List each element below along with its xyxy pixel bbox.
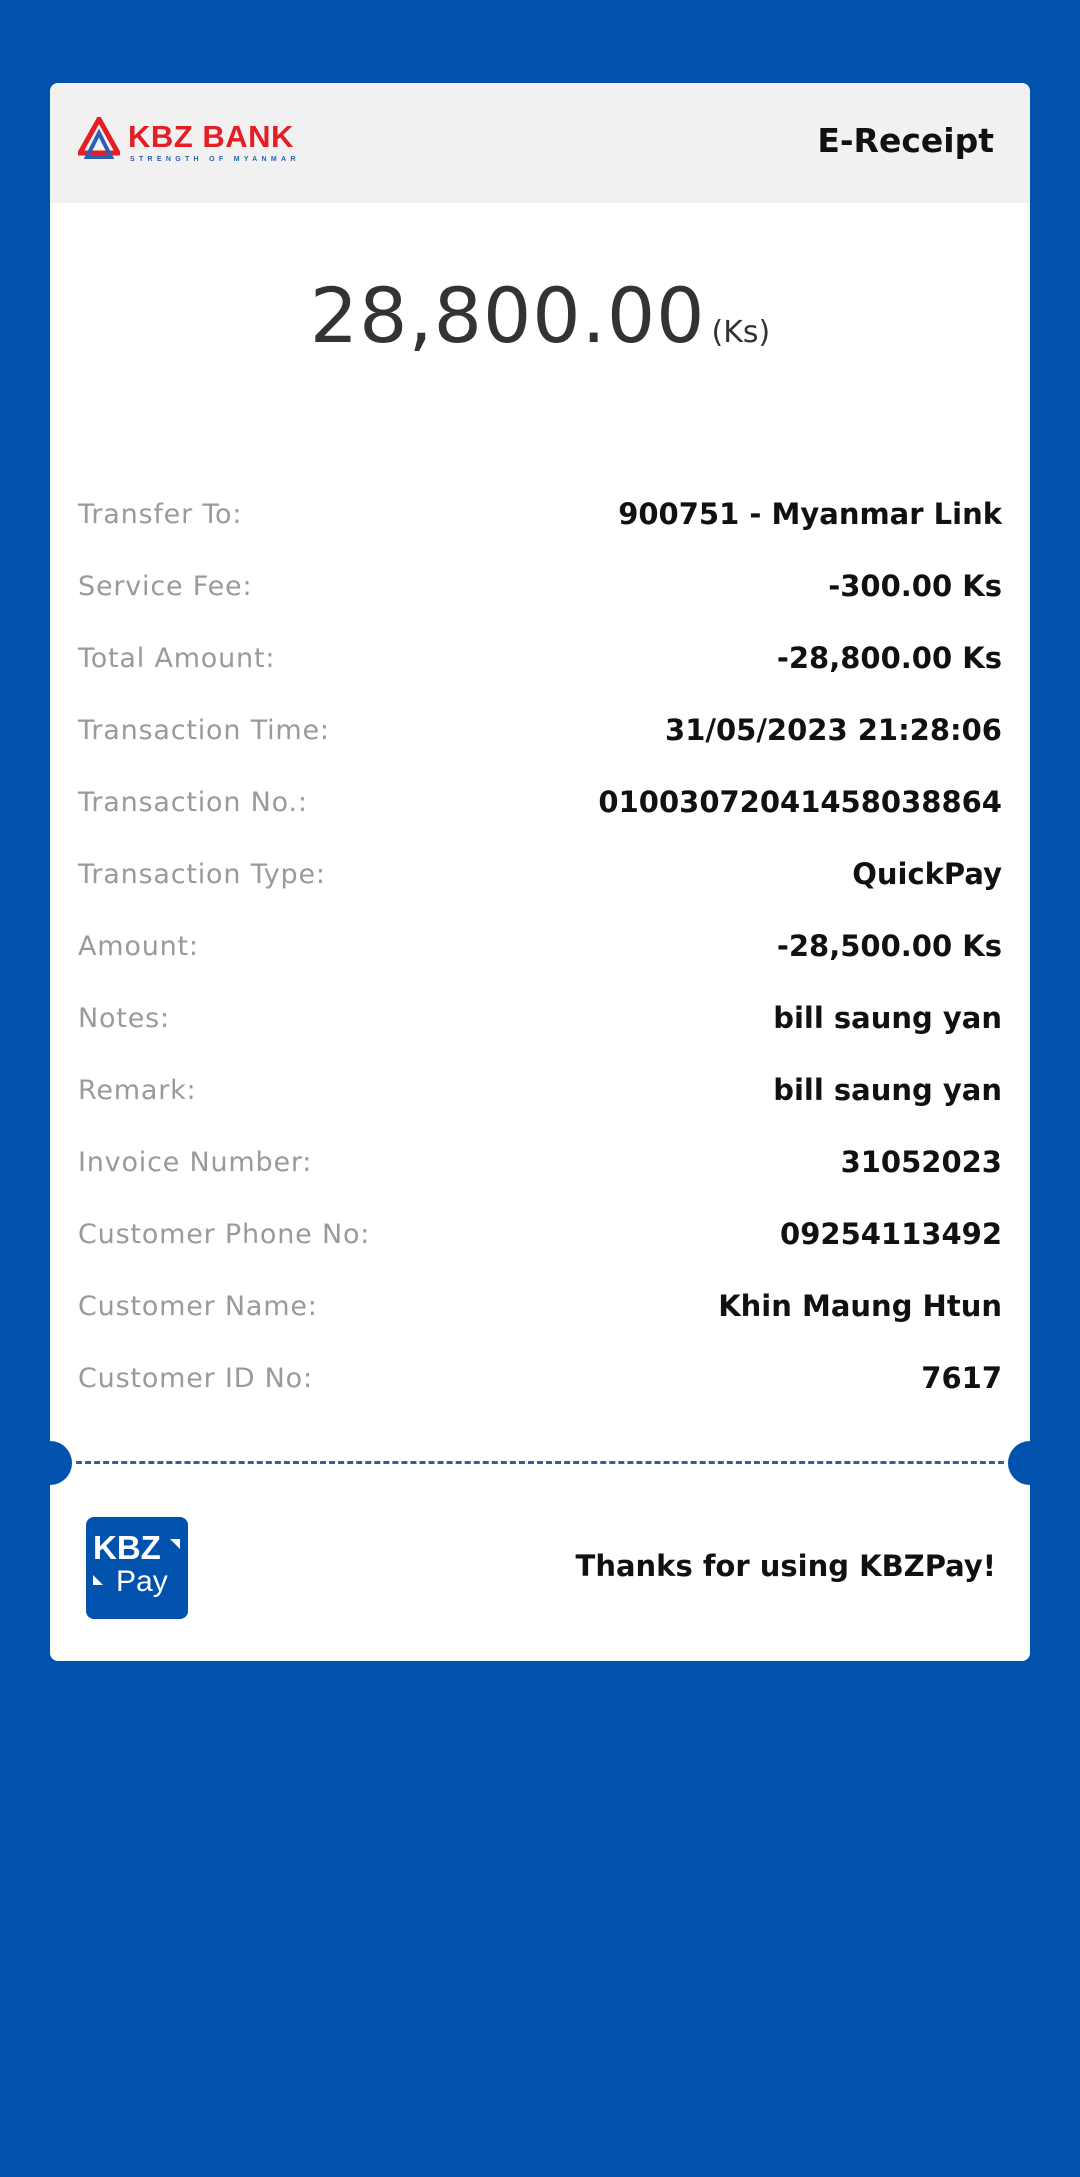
detail-value: 09254113492 xyxy=(780,1217,1002,1251)
kbzpay-logo: KBZ Pay xyxy=(86,1517,188,1619)
detail-row-customer-phone: Customer Phone No: 09254113492 xyxy=(78,1197,1002,1269)
detail-label: Transaction Time: xyxy=(78,715,330,746)
detail-row-amount: Amount: -28,500.00 Ks xyxy=(78,909,1002,981)
amount-currency: (Ks) xyxy=(711,315,771,350)
detail-label: Notes: xyxy=(78,1003,170,1034)
page-title: E-Receipt xyxy=(817,121,994,160)
receipt-header: KBZ BANK STRENGTH OF MYANMAR E-Receipt xyxy=(50,83,1030,203)
receipt-notch-right xyxy=(1008,1441,1030,1485)
detail-value: -28,500.00 Ks xyxy=(776,929,1002,963)
e-receipt-card: KBZ BANK STRENGTH OF MYANMAR E-Receipt 2… xyxy=(50,83,1030,1661)
detail-value: bill saung yan xyxy=(773,1073,1002,1107)
detail-label: Amount: xyxy=(78,931,199,962)
detail-row-customer-id: Customer ID No: 7617 xyxy=(78,1341,1002,1413)
detail-row-transaction-no: Transaction No.: 01003072041458038864 xyxy=(78,765,1002,837)
kbz-bank-logo: KBZ BANK STRENGTH OF MYANMAR xyxy=(78,117,300,171)
logo-tagline: STRENGTH OF MYANMAR xyxy=(130,156,300,163)
detail-value: 7617 xyxy=(921,1361,1002,1395)
detail-row-customer-name: Customer Name: Khin Maung Htun xyxy=(78,1269,1002,1341)
logo-text: KBZ BANK xyxy=(128,119,294,154)
receipt-notch-left xyxy=(50,1441,72,1485)
detail-row-remark: Remark: bill saung yan xyxy=(78,1053,1002,1125)
amount-value: 28,800.00 xyxy=(309,271,706,360)
detail-label: Customer Name: xyxy=(78,1291,318,1322)
detail-label: Customer ID No: xyxy=(78,1363,313,1394)
detail-row-invoice-number: Invoice Number: 31052023 xyxy=(78,1125,1002,1197)
detail-label: Transaction Type: xyxy=(78,859,326,890)
detail-label: Invoice Number: xyxy=(78,1147,313,1178)
thanks-message: Thanks for using KBZPay! xyxy=(575,1549,996,1583)
detail-row-transaction-type: Transaction Type: QuickPay xyxy=(78,837,1002,909)
amount-display: 28,800.00 (Ks) xyxy=(50,271,1030,360)
detail-value: -28,800.00 Ks xyxy=(776,641,1002,675)
detail-row-notes: Notes: bill saung yan xyxy=(78,981,1002,1053)
detail-value: 31/05/2023 21:28:06 xyxy=(665,713,1002,747)
detail-label: Customer Phone No: xyxy=(78,1219,371,1250)
detail-label: Transaction No.: xyxy=(78,787,308,818)
detail-row-transfer-to: Transfer To: 900751 - Myanmar Link xyxy=(78,477,1002,549)
detail-label: Remark: xyxy=(78,1075,197,1106)
detail-row-service-fee: Service Fee: -300.00 Ks xyxy=(78,549,1002,621)
detail-value: 01003072041458038864 xyxy=(598,785,1002,819)
detail-value: QuickPay xyxy=(852,857,1002,891)
detail-value: 31052023 xyxy=(840,1145,1002,1179)
detail-label: Total Amount: xyxy=(78,643,276,674)
dashed-divider xyxy=(76,1461,1004,1464)
detail-label: Service Fee: xyxy=(78,571,253,602)
detail-row-transaction-time: Transaction Time: 31/05/2023 21:28:06 xyxy=(78,693,1002,765)
detail-row-total-amount: Total Amount: -28,800.00 Ks xyxy=(78,621,1002,693)
detail-label: Transfer To: xyxy=(78,499,243,530)
detail-value: bill saung yan xyxy=(773,1001,1002,1035)
transaction-details: Transfer To: 900751 - Myanmar Link Servi… xyxy=(78,477,1002,1413)
kbzpay-logo-bottom: Pay xyxy=(116,1565,168,1598)
detail-value: -300.00 Ks xyxy=(828,569,1002,603)
detail-value: Khin Maung Htun xyxy=(718,1289,1002,1323)
detail-value: 900751 - Myanmar Link xyxy=(618,497,1002,531)
kbz-triangle-icon xyxy=(78,117,120,159)
